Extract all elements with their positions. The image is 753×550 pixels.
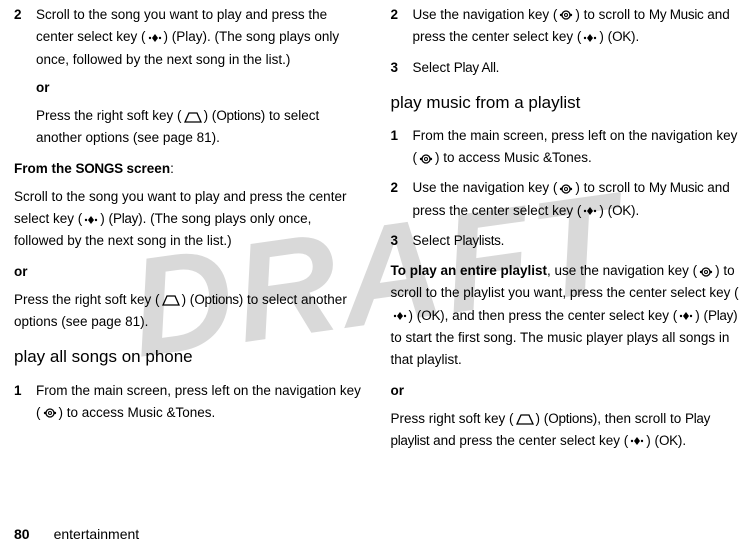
- step-number: 3: [391, 57, 413, 79]
- center-select-icon: [582, 32, 598, 44]
- step-number: 2: [391, 4, 413, 49]
- text: ) (: [182, 292, 195, 307]
- text: Select: [413, 233, 454, 248]
- ok-label: OK: [612, 29, 631, 44]
- nav-key-icon: [418, 153, 434, 165]
- text: ), then scroll to: [593, 411, 685, 426]
- ok-label: OK: [421, 308, 440, 323]
- page-content: 2 Scroll to the song you want to play an…: [0, 0, 753, 460]
- left-column: 2 Scroll to the song you want to play an…: [14, 4, 363, 460]
- text: ) (: [599, 29, 612, 44]
- play-label: Play: [708, 308, 733, 323]
- text: ).: [631, 203, 639, 218]
- text: ) to access Music &Tones.: [59, 405, 216, 420]
- text: .: [501, 233, 505, 248]
- right-step-3: 3 Select Play All.: [391, 57, 740, 79]
- text: ) (: [204, 108, 217, 123]
- nav-key-icon: [698, 266, 714, 278]
- center-select-icon: [582, 205, 598, 217]
- songs-alt-paragraph: Press the right soft key () (Options) to…: [14, 289, 363, 334]
- step-text: Scroll to the song you want to play and …: [36, 4, 363, 150]
- right-step-2: 2 Use the navigation key ( ) to scroll to…: [391, 4, 740, 49]
- center-select-icon: [392, 310, 408, 322]
- text: From the: [14, 161, 76, 176]
- step-text: From the main screen, press left on the …: [36, 380, 363, 425]
- or-label: or: [36, 77, 363, 99]
- text: and press the center select key (: [429, 433, 628, 448]
- text: ), and then press the center select key …: [440, 308, 677, 323]
- text: ).: [631, 29, 639, 44]
- text: :: [170, 161, 174, 176]
- songs-label: SONGS: [76, 161, 123, 176]
- step-number: 1: [14, 380, 36, 425]
- play-label: Play: [113, 211, 138, 226]
- step-number: 2: [391, 177, 413, 222]
- center-select-icon: [83, 214, 99, 226]
- nav-key-icon: [42, 407, 58, 419]
- playlists-label: Playlists: [454, 233, 501, 248]
- text: Press the right soft key (: [36, 108, 182, 123]
- text: , use the navigation key (: [547, 263, 697, 278]
- ok-label: OK: [612, 203, 631, 218]
- soft-key-icon: [515, 413, 535, 425]
- entire-playlist-paragraph: To play an entire playlist, use the navi…: [391, 260, 740, 371]
- text: Press right soft key (: [391, 411, 514, 426]
- text: ) (: [409, 308, 422, 323]
- play-all-label: Play All: [454, 60, 496, 75]
- nav-key-icon: [558, 9, 574, 21]
- play-all-heading: play all songs on phone: [14, 343, 363, 371]
- step-number: 1: [391, 125, 413, 170]
- playlist-step-1: 1 From the main screen, press left on th…: [391, 125, 740, 170]
- text: ).: [678, 433, 686, 448]
- playlist-alt-paragraph: Press right soft key () (Options), then …: [391, 408, 740, 453]
- from-songs-heading: From the SONGS screen:: [14, 158, 363, 180]
- left-play-all-step-1: 1 From the main screen, press left on th…: [14, 380, 363, 425]
- text: ) (: [536, 411, 549, 426]
- playlist-step-2: 2 Use the navigation key ( ) to scroll to…: [391, 177, 740, 222]
- right-column: 2 Use the navigation key ( ) to scroll to…: [391, 4, 740, 460]
- text: ) to scroll to: [575, 7, 649, 22]
- or-label: or: [14, 261, 363, 283]
- soft-key-icon: [161, 294, 181, 306]
- text: Select: [413, 60, 454, 75]
- text: ) to scroll to: [575, 180, 649, 195]
- text: ) (: [695, 308, 708, 323]
- page-footer: 80 entertainment: [14, 526, 139, 542]
- text: ) to access Music &Tones.: [435, 150, 592, 165]
- nav-key-icon: [558, 183, 574, 195]
- options-label: Options: [216, 108, 260, 123]
- text: .: [496, 60, 500, 75]
- step-number: 2: [14, 4, 36, 150]
- step-text: Select Play All.: [413, 57, 740, 79]
- step-text: Use the navigation key ( ) to scroll to M…: [413, 177, 740, 222]
- text: Use the navigation key (: [413, 180, 558, 195]
- text: Press the right soft key (: [14, 292, 160, 307]
- playlist-step-3: 3 Select Playlists.: [391, 230, 740, 252]
- my-music-label: My Music: [649, 180, 704, 195]
- page-number: 80: [14, 526, 30, 542]
- step-text: From the main screen, press left on the …: [413, 125, 740, 170]
- text: ) (: [100, 211, 113, 226]
- center-select-icon: [678, 310, 694, 322]
- step-number: 3: [391, 230, 413, 252]
- my-music-label: My Music: [649, 7, 704, 22]
- ok-label: OK: [659, 433, 678, 448]
- left-step-2: 2 Scroll to the song you want to play an…: [14, 4, 363, 150]
- text: ) (: [646, 433, 659, 448]
- playlist-heading: play music from a playlist: [391, 89, 740, 117]
- section-name: entertainment: [54, 526, 140, 542]
- options-label: Options: [548, 411, 592, 426]
- text: Use the navigation key (: [413, 7, 558, 22]
- text: ) (: [599, 203, 612, 218]
- soft-key-icon: [183, 111, 203, 123]
- center-select-icon: [629, 435, 645, 447]
- text: screen: [123, 161, 170, 176]
- or-label: or: [391, 380, 740, 402]
- options-label: Options: [194, 292, 238, 307]
- step-text: Use the navigation key ( ) to scroll to M…: [413, 4, 740, 49]
- step-text: Select Playlists.: [413, 230, 740, 252]
- text-bold: To play an entire playlist: [391, 263, 548, 278]
- center-select-icon: [147, 32, 163, 44]
- songs-paragraph: Scroll to the song you want to play and …: [14, 186, 363, 253]
